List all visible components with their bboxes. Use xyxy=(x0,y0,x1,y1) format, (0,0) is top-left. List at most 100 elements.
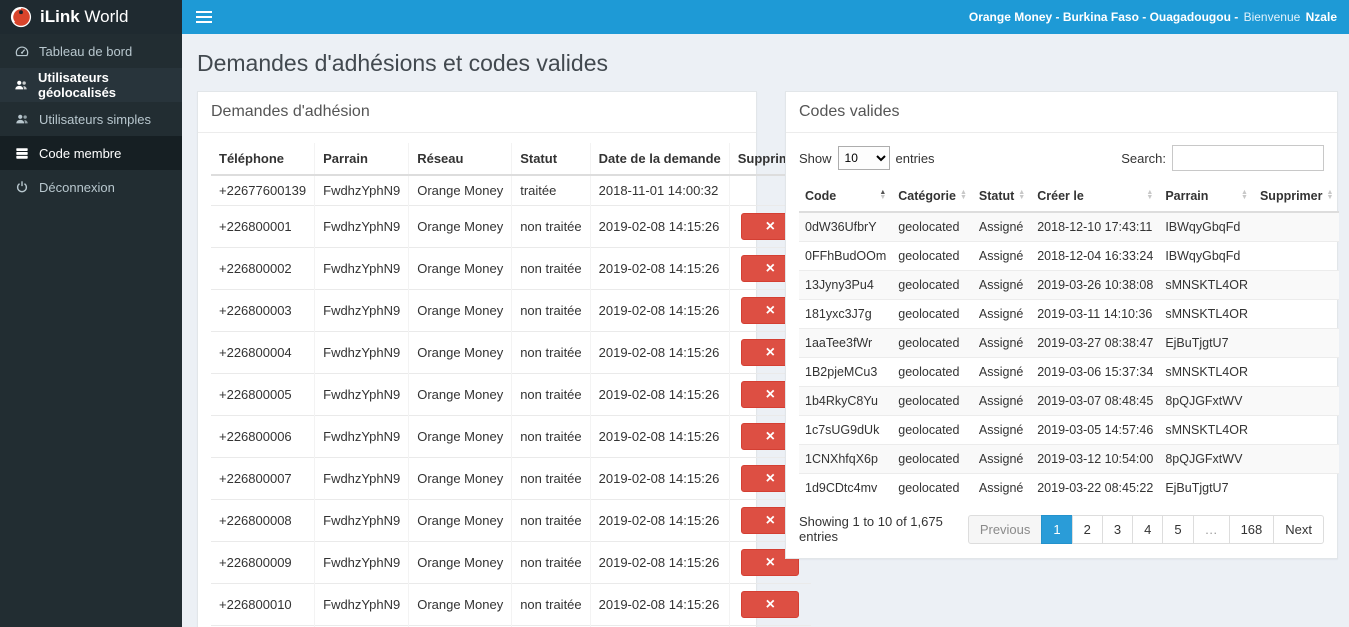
cell-parrain: FwdhzYphN9 xyxy=(314,415,409,458)
page-length-select[interactable]: 10 xyxy=(837,146,890,170)
table-row: 1CNXhfqX6p geolocated Assigné 2019-03-12 10… xyxy=(799,444,1340,474)
app-logo-icon xyxy=(10,6,32,28)
pagination: Previous 1 2 3 4 5… 168 Next xyxy=(967,514,1324,544)
column-header-supprimer[interactable]: Supprimer ▲ ▼ xyxy=(1253,181,1340,213)
cell-categorie: geolocated xyxy=(892,357,973,387)
pagination-button[interactable]: 168 xyxy=(1228,514,1275,544)
column-header-creer-le[interactable]: Créer le ▲ ▼ xyxy=(1031,181,1160,213)
pagination-button[interactable]: 1 xyxy=(1041,514,1073,544)
sidebar-item-tableau-de-bord[interactable]: Tableau de bord xyxy=(0,34,182,68)
cell-code: 0dW36UfbrY xyxy=(799,211,893,242)
table-header-row: Code ▲ ▼ Catégorie ▲ ▼ Statut ▲ ▼ Créer le ▲ ▼ xyxy=(799,181,1340,213)
adhesions-panel: Demandes d'adhésion Téléphone Parrain Ré… xyxy=(197,91,811,627)
cell-telephone: +226800010 xyxy=(211,583,315,626)
cell-telephone: +226800003 xyxy=(211,289,315,332)
cell-date: 2019-02-08 14:15:26 xyxy=(589,457,730,500)
cell-statut: Assigné xyxy=(972,386,1032,416)
sort-down-icon: ▼ xyxy=(1018,194,1026,201)
sidebar-item-label: Utilisateurs géolocalisés xyxy=(38,70,117,100)
cell-supprimer xyxy=(1253,211,1340,242)
sidebar-item-code-membre[interactable]: Code membre xyxy=(0,136,182,170)
cell-statut: Assigné xyxy=(972,241,1032,271)
cell-categorie: geolocated xyxy=(892,328,973,358)
cell-date: 2019-02-08 14:15:26 xyxy=(589,205,730,248)
sidebar-item-utilisateurs-simples[interactable]: Utilisateurs simples xyxy=(0,102,182,136)
cell-supprimer xyxy=(1253,386,1340,416)
pagination-button[interactable]: 5 xyxy=(1162,514,1194,544)
cell-code: 1b4RkyC8Yu xyxy=(799,386,893,416)
cell-statut: non traitée xyxy=(511,583,591,626)
delete-icon: × xyxy=(765,301,775,319)
cell-reseau: Orange Money xyxy=(408,499,512,542)
column-header-telephone: Téléphone xyxy=(211,143,315,176)
cell-code: 1aaTee3fWr xyxy=(799,328,893,358)
adhesions-table-body: +22677600139 FwdhzYphN9 Orange Money traité… xyxy=(211,174,811,627)
cell-supprimer xyxy=(1253,299,1340,329)
app-title-rest: World xyxy=(79,7,129,26)
column-label: Supprimer xyxy=(1259,189,1323,203)
cell-statut: traitée xyxy=(511,174,591,206)
cell-date: 2019-02-08 14:15:26 xyxy=(589,583,730,626)
show-label: Show xyxy=(799,150,832,166)
cell-parrain: EjBuTjgtU7 xyxy=(1159,473,1254,502)
cell-reseau: Orange Money xyxy=(408,373,512,416)
page-length-control: Show 10 entries xyxy=(799,146,935,170)
table-row: 0FFhBudOOm geolocated Assigné 2018-12-04 16… xyxy=(799,241,1340,271)
app-title-bold: iLink xyxy=(40,7,80,26)
hamburger-icon xyxy=(196,21,212,23)
table-row: +22677600139 FwdhzYphN9 Orange Money traité… xyxy=(211,174,811,206)
adhesions-panel-body: Téléphone Parrain Réseau Statut Date de … xyxy=(198,133,811,627)
hamburger-icon xyxy=(196,11,212,13)
delete-button[interactable]: × xyxy=(741,591,800,618)
cell-date: 2019-02-08 14:15:26 xyxy=(589,499,730,542)
cell-statut: Assigné xyxy=(972,328,1032,358)
main-content: Demandes d'adhésions et codes valides De… xyxy=(182,34,1349,627)
table-row: +226800009 FwdhzYphN9 Orange Money non trai… xyxy=(211,541,811,584)
cell-supprimer xyxy=(1253,357,1340,387)
column-header-categorie[interactable]: Catégorie ▲ ▼ xyxy=(892,181,973,213)
delete-icon: × xyxy=(765,427,775,445)
table-row: +226800010 FwdhzYphN9 Orange Money non trai… xyxy=(211,583,811,626)
sidebar-item-deconnexion[interactable]: Déconnexion xyxy=(0,170,182,204)
cell-telephone: +226800008 xyxy=(211,499,315,542)
pagination-button[interactable]: 3 xyxy=(1101,514,1134,544)
sidebar-toggle-button[interactable] xyxy=(182,0,226,34)
column-header-statut[interactable]: Statut ▲ ▼ xyxy=(972,181,1032,213)
cell-date: 2019-02-08 14:15:26 xyxy=(589,373,730,416)
cell-statut: non traitée xyxy=(511,205,591,248)
topbar-user-info: Orange Money - Burkina Faso - Ouagadougo… xyxy=(969,10,1349,24)
cell-reseau: Orange Money xyxy=(408,583,512,626)
pagination-button[interactable]: 4 xyxy=(1132,514,1164,544)
cell-telephone: +226800004 xyxy=(211,331,315,374)
delete-icon: × xyxy=(765,259,775,277)
cell-statut: non traitée xyxy=(511,457,591,500)
cell-categorie: geolocated xyxy=(892,270,973,300)
cell-parrain: FwdhzYphN9 xyxy=(314,457,409,500)
pagination-button[interactable]: 2 xyxy=(1071,514,1103,544)
table-row: +226800003 FwdhzYphN9 Orange Money non trai… xyxy=(211,289,811,332)
pagination-button[interactable]: Previous xyxy=(967,514,1043,544)
adhesions-panel-title: Demandes d'adhésion xyxy=(198,92,756,133)
app-title: iLink World xyxy=(40,7,128,27)
codes-table-body: 0dW36UfbrY geolocated Assigné 2018-12-10 17… xyxy=(799,211,1340,502)
search-input[interactable] xyxy=(1172,145,1324,171)
sidebar-item-utilisateurs-geolocalises[interactable]: Utilisateurs géolocalisés xyxy=(0,68,182,102)
cell-reseau: Orange Money xyxy=(408,205,512,248)
table-info: Showing 1 to 10 of 1,675 entries xyxy=(799,514,943,544)
cell-cree-le: 2018-12-04 16:33:24 xyxy=(1031,241,1160,271)
cell-cree-le: 2019-03-06 15:37:34 xyxy=(1031,357,1160,387)
cell-categorie: geolocated xyxy=(892,241,973,271)
cell-parrain: 8pQJGFxtWV xyxy=(1159,444,1254,474)
cell-supprimer: × xyxy=(728,583,811,626)
cell-categorie: geolocated xyxy=(892,415,973,445)
sort-down-icon: ▼ xyxy=(1241,194,1248,201)
cell-reseau: Orange Money xyxy=(408,457,512,500)
column-label: Catégorie xyxy=(898,189,956,203)
table-row: +226800001 FwdhzYphN9 Orange Money non trai… xyxy=(211,205,811,248)
pagination-button[interactable]: Next xyxy=(1273,514,1324,544)
cell-supprimer xyxy=(1253,444,1340,474)
column-header-code[interactable]: Code ▲ ▼ xyxy=(799,181,893,213)
column-header-parrain[interactable]: Parrain ▲ ▼ xyxy=(1159,181,1254,213)
topbar-greeting: Bienvenue xyxy=(1243,10,1301,24)
search-label: Search: xyxy=(1121,150,1166,166)
